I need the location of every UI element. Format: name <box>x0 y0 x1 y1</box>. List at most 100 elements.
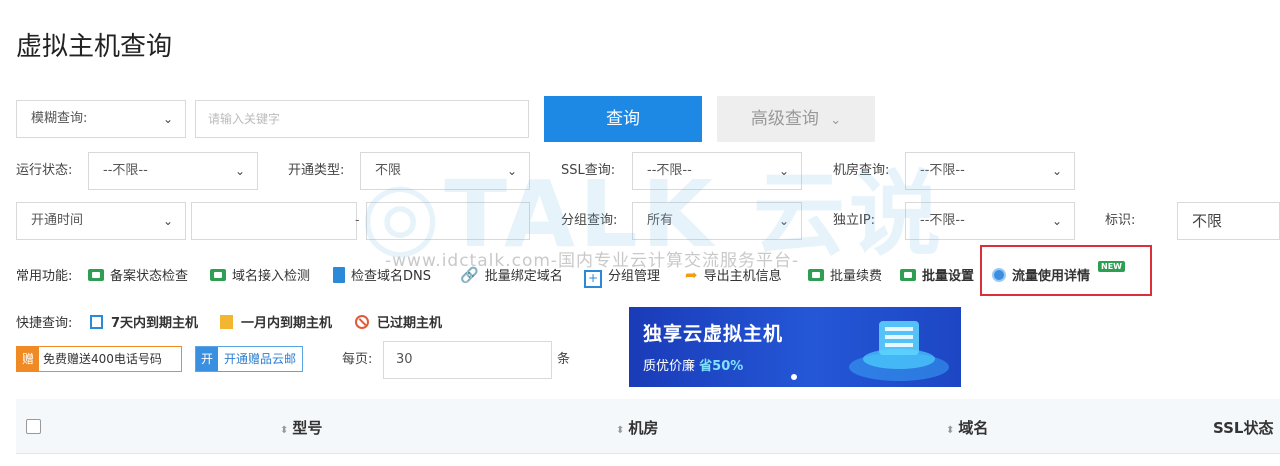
chevron-down-icon: ⌄ <box>1051 214 1062 228</box>
open-tag: 开 <box>196 347 218 371</box>
sort-icon: ⬍ <box>280 425 289 436</box>
banner-subtitle: 质优价廉 <box>643 359 696 374</box>
calendar-icon <box>220 315 233 329</box>
column-model[interactable]: ⬍ 型号 <box>280 417 322 438</box>
page-title: 虚拟主机查询 <box>16 32 173 62</box>
start-date-input[interactable] <box>191 202 357 240</box>
quick-query-label: 快捷查询: <box>16 316 73 331</box>
chevron-down-icon: ⌄ <box>506 164 517 178</box>
chevron-down-icon: ⌄ <box>162 214 173 228</box>
per-page-label: 每页: <box>342 352 373 367</box>
banner-discount: 省50% <box>699 359 744 374</box>
add-group-icon: + <box>584 270 602 288</box>
domain-access-check-button[interactable]: 域名接入检测 <box>210 265 310 284</box>
chevron-down-icon: ⌄ <box>778 164 789 178</box>
expire-7days-label: 7天内到期主机 <box>111 316 199 331</box>
column-domain-label: 域名 <box>958 419 989 437</box>
bulk-settings-button[interactable]: 批量设置 <box>900 265 974 284</box>
bulk-renew-button[interactable]: 批量续费 <box>808 265 882 284</box>
column-ssl-status[interactable]: SSL状态 <box>1213 417 1274 438</box>
expire-month-link[interactable]: 一月内到期主机 <box>220 312 332 331</box>
search-mode-select[interactable]: 模糊查询: ⌄ <box>16 100 186 138</box>
run-status-value: --不限-- <box>103 163 148 178</box>
mail-promo[interactable]: 开开通赠品云邮 <box>195 346 304 372</box>
open-type-label: 开通类型: <box>288 163 345 178</box>
dedicated-ip-value: --不限-- <box>920 213 965 228</box>
document-icon <box>333 267 345 283</box>
mail-promo-text: 开通赠品云邮 <box>224 352 297 366</box>
dedicated-ip-select[interactable]: --不限-- ⌄ <box>905 202 1075 240</box>
sort-icon: ⬍ <box>946 425 955 436</box>
expire-7days-link[interactable]: 7天内到期主机 <box>90 312 198 331</box>
datacenter-select[interactable]: --不限-- ⌄ <box>905 152 1075 190</box>
advanced-query-button[interactable]: 高级查询 ⌄ <box>717 96 875 142</box>
column-datacenter[interactable]: ⬍ 机房 <box>616 417 658 438</box>
open-type-select[interactable]: 不限 ⌄ <box>360 152 530 190</box>
chevron-down-icon: ⌄ <box>234 164 245 178</box>
column-domain[interactable]: ⬍ 域名 <box>946 417 988 438</box>
settings-icon <box>900 269 916 281</box>
check-dns-button[interactable]: 检查域名DNS <box>333 265 431 284</box>
bulk-renew-label: 批量续费 <box>830 269 883 284</box>
banner-subtitle-row: 质优价廉 省50% <box>643 355 743 374</box>
table-header: ⬍ 型号 ⬍ 机房 ⬍ 域名 SSL状态 <box>16 399 1280 453</box>
open-type-value: 不限 <box>375 163 402 178</box>
chevron-down-icon: ⌄ <box>1051 164 1062 178</box>
free-phone-text: 免费赠送400电话号码 <box>43 352 162 366</box>
open-time-select[interactable]: 开通时间 ⌄ <box>16 202 186 240</box>
chevron-down-icon: ⌄ <box>162 112 173 126</box>
ssl-value: --不限-- <box>647 163 692 178</box>
per-page-input[interactable]: 30 <box>383 341 552 379</box>
end-date-input[interactable] <box>366 202 530 240</box>
carousel-dot[interactable] <box>791 374 797 380</box>
select-all-checkbox[interactable] <box>26 419 41 434</box>
group-value: 所有 <box>647 213 674 228</box>
export-host-info-button[interactable]: ➦ 导出主机信息 <box>685 265 782 284</box>
domain-check-icon <box>210 269 226 281</box>
filing-check-label: 备案状态检查 <box>110 269 189 284</box>
tag-select[interactable]: 不限 <box>1177 202 1280 240</box>
expired-label: 已过期主机 <box>377 316 443 331</box>
per-page-unit: 条 <box>557 352 571 367</box>
chevron-down-icon: ⌄ <box>830 113 842 128</box>
column-datacenter-label: 机房 <box>628 419 659 437</box>
common-functions-label: 常用功能: <box>16 269 73 284</box>
group-manage-button[interactable]: + 分组管理 <box>584 265 660 288</box>
renew-icon <box>808 269 824 281</box>
filing-icon <box>88 269 104 281</box>
open-time-value: 开通时间 <box>31 213 84 228</box>
chevron-down-icon: ⌄ <box>778 214 789 228</box>
search-mode-value: 模糊查询: <box>31 111 88 126</box>
run-status-label: 运行状态: <box>16 163 73 178</box>
date-separator: - <box>355 213 360 228</box>
domain-access-check-label: 域名接入检测 <box>232 269 311 284</box>
expired-link[interactable]: 已过期主机 <box>355 312 442 331</box>
ssl-label: SSL查询: <box>561 163 616 178</box>
export-host-info-label: 导出主机信息 <box>703 269 782 284</box>
datacenter-value: --不限-- <box>920 163 965 178</box>
run-status-select[interactable]: --不限-- ⌄ <box>88 152 258 190</box>
query-button[interactable]: 查询 <box>544 96 702 142</box>
sort-icon: ⬍ <box>616 425 625 436</box>
bulk-bind-domain-label: 批量绑定域名 <box>484 269 563 284</box>
bulk-bind-domain-button[interactable]: 🔗 批量绑定域名 <box>460 265 563 284</box>
tag-label: 标识: <box>1105 213 1136 228</box>
group-select[interactable]: 所有 ⌄ <box>632 202 802 240</box>
ssl-select[interactable]: --不限-- ⌄ <box>632 152 802 190</box>
export-icon: ➦ <box>685 266 698 284</box>
banner-title: 独享云虚拟主机 <box>643 323 784 345</box>
highlight-box <box>980 245 1152 296</box>
group-label: 分组查询: <box>561 213 618 228</box>
column-model-label: 型号 <box>292 419 323 437</box>
group-manage-label: 分组管理 <box>608 269 661 284</box>
link-icon: 🔗 <box>460 266 479 284</box>
filing-check-button[interactable]: 备案状态检查 <box>88 265 188 284</box>
advanced-query-label: 高级查询 <box>750 109 819 129</box>
table-row <box>16 453 1280 466</box>
search-input[interactable]: 请输入关键字 <box>195 100 529 138</box>
server-illustration <box>849 321 949 381</box>
tag-value: 不限 <box>1192 212 1223 230</box>
promo-banner[interactable]: 独享云虚拟主机 质优价廉 省50% <box>629 307 961 387</box>
free-phone-promo[interactable]: 赠免费赠送400电话号码 <box>16 346 182 372</box>
expire-month-label: 一月内到期主机 <box>241 316 333 331</box>
